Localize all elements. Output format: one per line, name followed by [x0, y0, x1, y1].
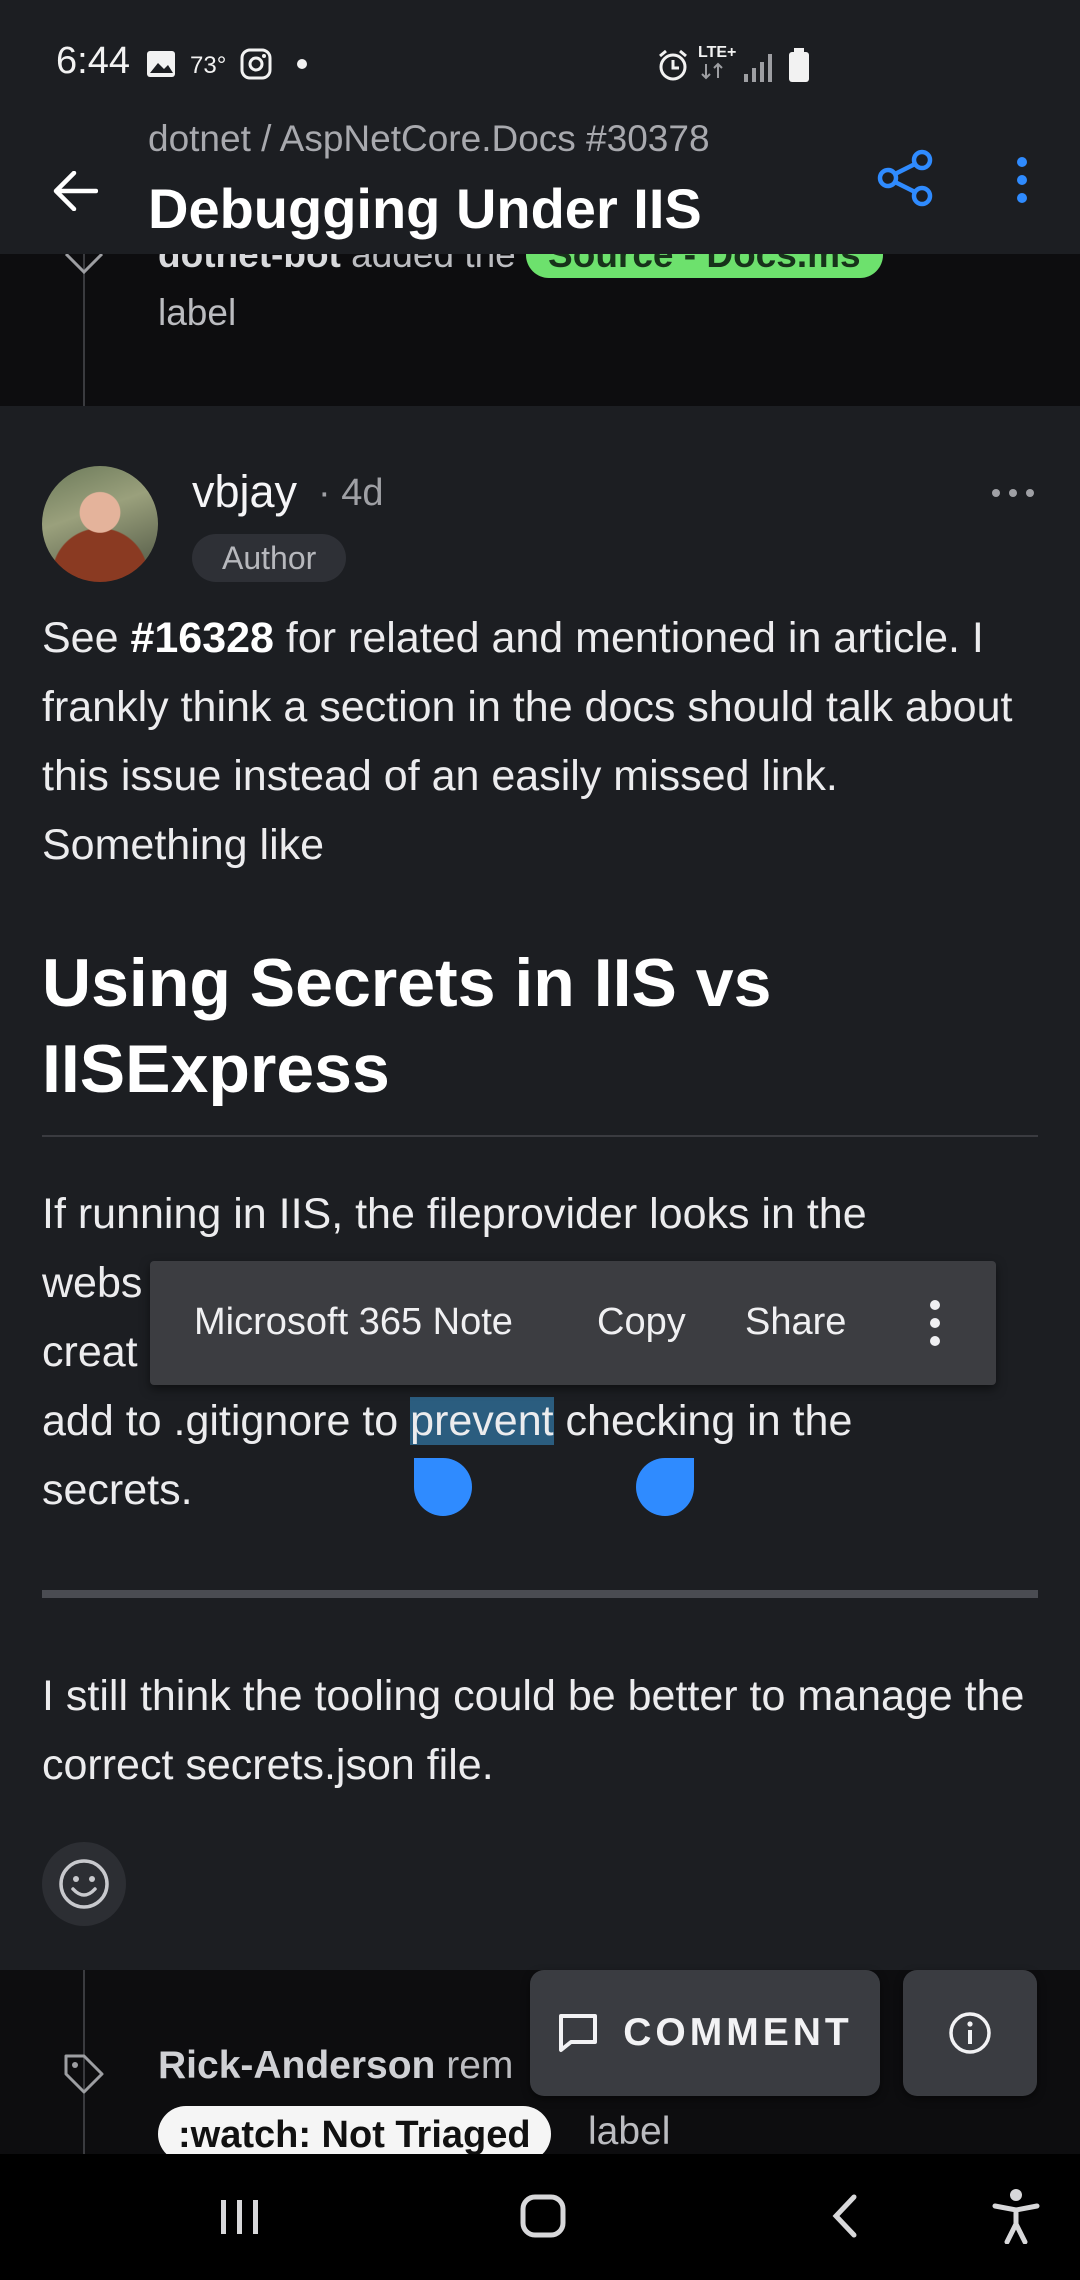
home-button[interactable] [503, 2176, 583, 2256]
para-line: If running in IIS, the fileprovider look… [42, 1190, 867, 1238]
event-action: rem [446, 2044, 514, 2087]
alarm-icon [659, 49, 687, 81]
para-text: add to .gitignore to [42, 1397, 411, 1445]
selected-text[interactable]: prevent [410, 1397, 554, 1445]
signal-icon [744, 54, 772, 82]
comment-heading: Using Secrets in IIS vs IISExpress [42, 945, 772, 1107]
accessibility-icon [992, 2189, 1040, 2244]
timeline-line [83, 254, 85, 406]
notification-dot-icon [297, 59, 307, 69]
comment-button-label: COMMENT [623, 2011, 853, 2054]
back-arrow-icon [53, 171, 98, 211]
para-text: checking in the [553, 1397, 853, 1445]
event-action: added the [351, 254, 516, 275]
event-actor[interactable]: dotnet-bot [158, 254, 341, 275]
comment-icon [559, 2014, 598, 2052]
event-suffix: label [158, 292, 237, 333]
heading-divider [42, 1135, 1038, 1137]
nav-back-icon [832, 2194, 857, 2238]
selection-handle-end[interactable] [636, 1458, 694, 1516]
comment-paragraph: I still think the tooling could be bette… [42, 1672, 1025, 1789]
gallery-icon [147, 51, 175, 77]
nav-back-button[interactable] [806, 2176, 886, 2256]
recents-icon [221, 2200, 258, 2234]
status-time: 6:44 [56, 40, 130, 82]
smiley-icon [59, 1859, 109, 1909]
selection-handle-start[interactable] [414, 1458, 472, 1516]
home-icon [520, 2194, 566, 2238]
event-suffix: label [588, 2110, 671, 2153]
label-chip[interactable]: :watch: Not Triaged [158, 2106, 551, 2154]
more-vert-icon [930, 1300, 940, 1346]
text-selection-menu: Microsoft 365 Note Copy Share [150, 1261, 996, 1385]
event-actor[interactable]: Rick-Anderson [158, 2044, 435, 2087]
overflow-menu-button[interactable] [1002, 148, 1042, 212]
accessibility-button[interactable] [976, 2176, 1056, 2256]
app-bar: dotnet / AspNetCore.Docs #30378 Debuggin… [0, 118, 1080, 254]
menu-item-copy[interactable]: Copy [597, 1301, 686, 1344]
status-bar: 6:44 73° LTE+ [0, 0, 1080, 128]
share-button[interactable] [876, 148, 940, 212]
para-line: add to .gitignore to prevent checking in… [42, 1387, 1042, 1456]
add-reaction-button[interactable] [42, 1842, 126, 1926]
issue-link[interactable]: #16328 [130, 614, 274, 662]
label-chip[interactable]: Source - Docs.ms [526, 254, 883, 278]
status-temperature: 73° [190, 52, 227, 79]
issue-title: Debugging Under IIS [148, 177, 702, 240]
share-icon [877, 149, 933, 207]
menu-more-button[interactable] [920, 1297, 950, 1349]
info-button[interactable] [903, 1970, 1037, 2096]
comment-paragraph: See #16328 for related and mentioned in … [42, 604, 1042, 880]
instagram-icon [240, 48, 272, 80]
more-horiz-icon [992, 489, 1034, 497]
avatar[interactable] [42, 466, 158, 582]
info-icon [949, 2012, 991, 2054]
menu-item-share[interactable]: Share [745, 1301, 846, 1344]
para-line: secrets. [42, 1466, 193, 1514]
horizontal-rule [42, 1590, 1038, 1598]
battery-icon [789, 48, 809, 82]
repo-subtitle: dotnet / AspNetCore.Docs #30378 [148, 118, 710, 159]
data-arrows-icon [701, 62, 723, 80]
timeline-event-label-added: dotnet-bot added the Source - Docs.ms la… [0, 254, 1080, 406]
back-button[interactable] [40, 158, 110, 224]
comment-author[interactable]: vbjay [192, 466, 297, 518]
more-vert-icon [1017, 157, 1027, 203]
tag-icon [64, 2054, 104, 2094]
comment-menu-button[interactable] [988, 470, 1048, 504]
comment-button[interactable]: COMMENT [530, 1970, 880, 2096]
system-nav-bar [0, 2154, 1080, 2280]
menu-item-microsoft-365-note[interactable]: Microsoft 365 Note [194, 1301, 513, 1344]
para-text: See [42, 614, 131, 662]
network-type: LTE+ [698, 44, 737, 61]
comment-age: · 4d [318, 472, 384, 514]
author-badge: Author [192, 534, 347, 582]
tag-icon [64, 254, 104, 275]
recents-button[interactable] [200, 2176, 280, 2256]
